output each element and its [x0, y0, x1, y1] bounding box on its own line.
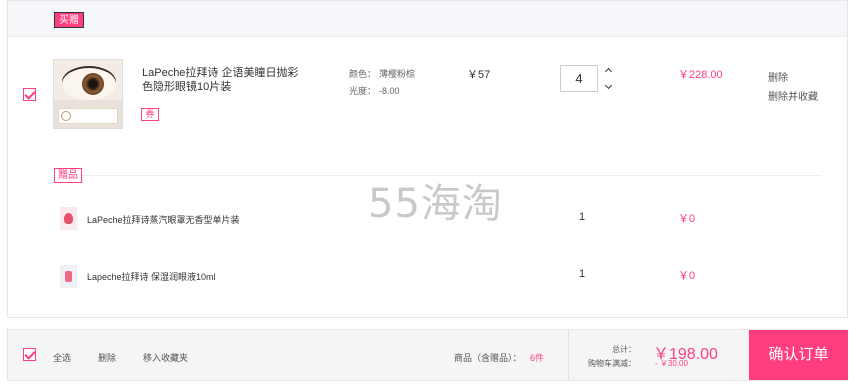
cart-header: 买赠 [8, 1, 847, 37]
confirm-order-button[interactable]: 确认订单 [749, 330, 848, 380]
watermark: 55海淘 [368, 181, 503, 227]
item-subtotal: ￥228.00 [678, 69, 723, 81]
footer-divider [568, 330, 569, 380]
quantity-increase-button[interactable] [601, 65, 615, 78]
spec-color: 颜色： 薄樱粉棕 [349, 67, 415, 80]
gift-quantity: 1 [579, 268, 586, 280]
product-image[interactable] [53, 59, 123, 129]
delete-and-favorite-link[interactable]: 删除并收藏 [768, 88, 818, 103]
select-all-label[interactable]: 全选 [53, 351, 71, 364]
select-all-checkbox[interactable] [23, 348, 36, 361]
gift-subtotal: ￥0 [678, 270, 696, 282]
spec-color-label: 颜色： [349, 69, 377, 79]
items-count-value: 6件 [530, 353, 545, 363]
gift-tag: 赠品 [54, 168, 82, 183]
gift-name[interactable]: LaPeche拉拜诗蒸汽眼罩无香型单片装 [87, 213, 240, 226]
batch-delete-link[interactable]: 删除 [98, 351, 116, 364]
checkout-bar: 全选 删除 移入收藏夹 商品（含赠品）： 6件 总计： ￥198.00 购物车满… [7, 329, 848, 381]
chevron-down-icon [604, 81, 612, 90]
buy-gift-tag: 买赠 [54, 12, 84, 28]
eye-mask-icon[interactable] [60, 207, 77, 230]
quantity-decrease-button[interactable] [601, 79, 615, 92]
quantity-input[interactable]: 4 [560, 65, 598, 92]
gift-quantity: 1 [579, 211, 586, 223]
total-label: 总计： [612, 345, 636, 354]
product-image-caption [58, 108, 118, 124]
item-checkbox[interactable] [23, 88, 36, 101]
spec-power: 光度： -8.00 [349, 84, 400, 97]
eye-graphic [62, 68, 116, 100]
items-count-label: 商品（含赠品）： [454, 353, 522, 363]
cart-panel: 买赠 LaPeche拉拜诗 企语美瞳日抛彩色隐形眼镜10片装 券 颜色： 薄樱粉棕… [7, 0, 848, 318]
discount-label: 购物车满减： [588, 359, 636, 368]
spec-power-label: 光度： [349, 86, 377, 96]
quantity-stepper: 4 [560, 65, 616, 92]
gift-subtotal: ￥0 [678, 213, 696, 225]
chevron-up-icon [604, 67, 612, 76]
coupon-badge[interactable]: 券 [141, 108, 159, 121]
discount-value: - ￥30.00 [655, 359, 688, 368]
unit-price: ￥57 [467, 69, 491, 81]
product-title-link[interactable]: LaPeche拉拜诗 企语美瞳日抛彩色隐形眼镜10片装 [142, 66, 302, 94]
eye-drops-icon[interactable] [60, 265, 77, 288]
gift-name[interactable]: Lapeche拉拜诗 保湿润眼液10ml [87, 270, 216, 283]
spec-color-value: 薄樱粉棕 [379, 69, 416, 79]
move-to-favorites-link[interactable]: 移入收藏夹 [143, 351, 188, 364]
spec-power-value: -8.00 [379, 86, 400, 96]
delete-link[interactable]: 删除 [768, 69, 788, 84]
